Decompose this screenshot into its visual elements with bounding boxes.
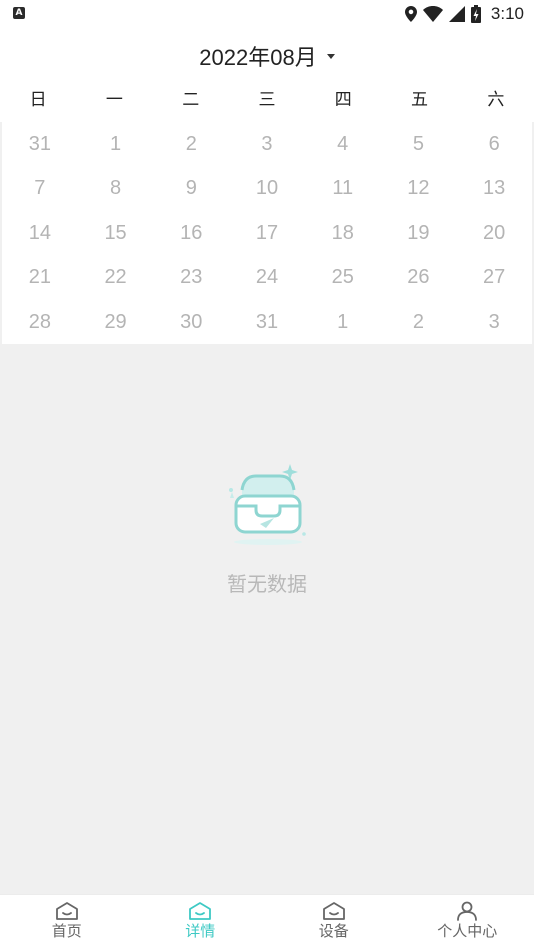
calendar-day[interactable]: 31 (229, 300, 305, 344)
status-bar: A 3:10 (0, 0, 534, 28)
calendar-day[interactable]: 3 (456, 300, 532, 344)
header: 2022年08月 (0, 28, 534, 88)
weekday-label: 五 (381, 88, 457, 122)
person-icon (455, 901, 479, 921)
calendar-day[interactable]: 21 (2, 255, 78, 299)
weekday-label: 一 (76, 88, 152, 122)
status-icons: 3:10 (405, 3, 524, 25)
calendar-grid: 31 1 2 3 4 5 6 7 8 9 10 11 12 13 14 15 1… (2, 122, 532, 344)
calendar-day[interactable]: 28 (2, 300, 78, 344)
tab-detail[interactable]: 详情 (134, 895, 268, 951)
weekday-label: 日 (0, 88, 76, 122)
calendar-day[interactable]: 19 (381, 211, 457, 255)
weekday-label: 二 (153, 88, 229, 122)
calendar-day[interactable]: 25 (305, 255, 381, 299)
calendar-day[interactable]: 5 (381, 122, 457, 166)
battery-icon (471, 5, 481, 23)
signal-icon (449, 6, 465, 22)
tab-label: 首页 (52, 922, 82, 940)
calendar-day[interactable]: 4 (305, 122, 381, 166)
month-label: 2022年08月 (199, 45, 316, 70)
calendar-day[interactable]: 27 (456, 255, 532, 299)
calendar-day[interactable]: 2 (153, 122, 229, 166)
home-icon (55, 901, 79, 921)
dropdown-caret-icon (327, 54, 335, 59)
calendar-day[interactable]: 13 (456, 166, 532, 210)
tab-label: 个人中心 (437, 922, 497, 940)
calendar-day[interactable]: 7 (2, 166, 78, 210)
device-icon (322, 901, 346, 921)
weekday-header: 日 一 二 三 四 五 六 (0, 88, 534, 122)
calendar-day[interactable]: 15 (78, 211, 154, 255)
calendar-day[interactable]: 3 (229, 122, 305, 166)
wifi-icon (423, 6, 443, 22)
calendar-day[interactable]: 1 (305, 300, 381, 344)
weekday-label: 四 (305, 88, 381, 122)
calendar-day[interactable]: 24 (229, 255, 305, 299)
app-notification-icon: A (13, 7, 25, 19)
calendar-day[interactable]: 12 (381, 166, 457, 210)
weekday-label: 三 (229, 88, 305, 122)
detail-icon (188, 901, 212, 921)
calendar-day[interactable]: 2 (381, 300, 457, 344)
calendar-day[interactable]: 22 (78, 255, 154, 299)
calendar-day[interactable]: 17 (229, 211, 305, 255)
calendar-day[interactable]: 11 (305, 166, 381, 210)
calendar-day[interactable]: 9 (153, 166, 229, 210)
empty-state: 暂无数据 (0, 462, 534, 597)
empty-message: 暂无数据 (0, 568, 534, 597)
status-time: 3:10 (491, 4, 524, 24)
calendar-day[interactable]: 29 (78, 300, 154, 344)
month-picker[interactable]: 2022年08月 (0, 40, 534, 72)
calendar-day[interactable]: 10 (229, 166, 305, 210)
calendar-day[interactable]: 14 (2, 211, 78, 255)
calendar-day[interactable]: 1 (78, 122, 154, 166)
tab-device[interactable]: 设备 (267, 895, 401, 951)
tab-home[interactable]: 首页 (0, 895, 134, 951)
calendar-day[interactable]: 16 (153, 211, 229, 255)
calendar-day[interactable]: 18 (305, 211, 381, 255)
tab-profile[interactable]: 个人中心 (401, 895, 534, 951)
calendar-day[interactable]: 6 (456, 122, 532, 166)
bottom-tab-bar: 首页 详情 设备 个人中心 (0, 894, 534, 951)
empty-box-icon (222, 462, 312, 552)
tab-label: 详情 (185, 922, 215, 940)
calendar-day[interactable]: 30 (153, 300, 229, 344)
calendar-day[interactable]: 31 (2, 122, 78, 166)
weekday-label: 六 (458, 88, 534, 122)
calendar-day[interactable]: 23 (153, 255, 229, 299)
tab-label: 设备 (319, 922, 349, 940)
location-icon (405, 6, 417, 22)
calendar-day[interactable]: 26 (381, 255, 457, 299)
calendar-day[interactable]: 20 (456, 211, 532, 255)
calendar-day[interactable]: 8 (78, 166, 154, 210)
